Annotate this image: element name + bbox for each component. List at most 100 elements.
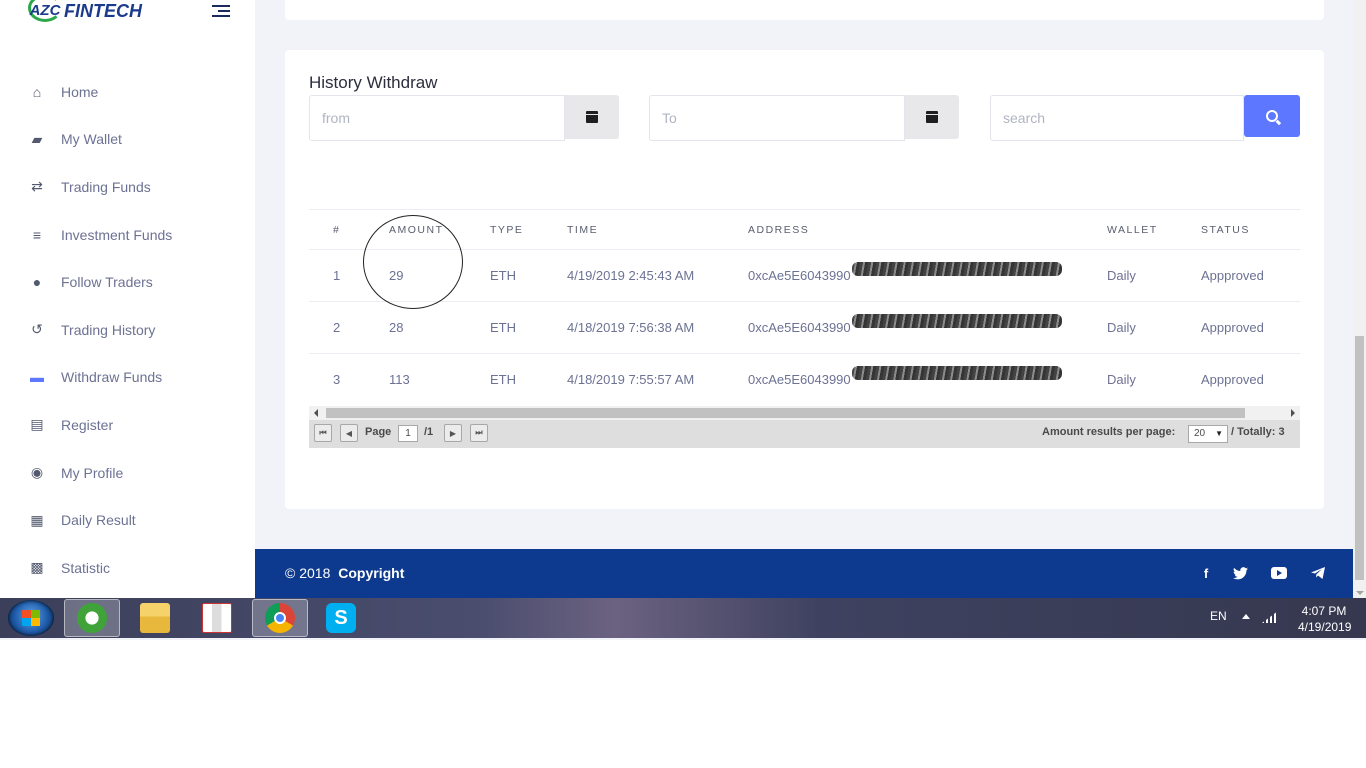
row-wallet: Daily	[1107, 301, 1201, 354]
sidebar-item-statistic[interactable]: ▩ Statistic	[0, 544, 255, 592]
sidebar-nav: ⌂ Home ▰ My Wallet ⇄ Trading Funds ≡ Investment…	[0, 68, 255, 592]
taskbar-file-explorer[interactable]	[127, 599, 183, 637]
row-type: ETH	[490, 249, 567, 302]
col-type[interactable]: TYPE	[490, 209, 567, 250]
row-type: ETH	[490, 353, 567, 406]
from-date-group	[309, 95, 619, 141]
table-row[interactable]: 2 28 ETH 4/18/2019 7:56:38 AM 0xcAe5E6043990…	[309, 301, 1300, 354]
hand-drawn-circle	[363, 215, 463, 309]
sidebar-item-trading-history[interactable]: ↺ Trading History	[0, 306, 255, 354]
address-value: 0xcAe5E6043990	[748, 262, 1062, 283]
row-status: Appproved	[1201, 353, 1300, 406]
clock-date: 4/19/2019	[1298, 620, 1352, 634]
first-page-button[interactable]: ⏮	[314, 424, 332, 442]
per-page-select[interactable]: 20	[1188, 425, 1228, 443]
sidebar-item-follow-traders[interactable]: ● Follow Traders	[0, 258, 255, 306]
scroll-left-icon[interactable]	[314, 409, 318, 417]
history-withdraw-card: History Withdraw # AMOUNT TYPE TIME	[285, 50, 1324, 509]
search-group	[990, 95, 1300, 141]
row-address: 0xcAe5E6043990	[748, 249, 1107, 302]
row-status: Appproved	[1201, 249, 1300, 302]
logo-mark: AZC	[28, 0, 62, 22]
sidebar-item-home[interactable]: ⌂ Home	[0, 68, 255, 116]
system-clock[interactable]: 4:07 PM 4/19/2019	[1298, 603, 1352, 635]
scroll-thumb[interactable]	[326, 408, 1245, 418]
last-page-button[interactable]: ⏭	[470, 424, 488, 442]
address-text: 0xcAe5E6043990	[748, 320, 851, 335]
sidebar-item-label: My Wallet	[61, 131, 122, 148]
taskbar-app-green[interactable]	[64, 599, 120, 637]
scroll-down-icon[interactable]	[1356, 591, 1364, 595]
address-text: 0xcAe5E6043990	[748, 372, 851, 388]
sidebar-item-trading-funds[interactable]: ⇄ Trading Funds	[0, 163, 255, 211]
withdraw-table-wrap: # AMOUNT TYPE TIME ADDRESS WALLET STATUS…	[309, 209, 1300, 406]
browser-viewport: AZC FINTECH ⌂ Home ▰ My Wallet ⇄ Trading Fund…	[0, 0, 1366, 640]
page-scroll-thumb[interactable]	[1355, 336, 1364, 580]
to-calendar-button[interactable]	[905, 95, 959, 139]
per-page-label: Amount results per page:	[1042, 426, 1176, 438]
sidebar-item-investment-funds[interactable]: ≡ Investment Funds	[0, 211, 255, 259]
scroll-right-icon[interactable]	[1291, 409, 1295, 417]
sidebar-item-label: Home	[61, 83, 99, 100]
page-total: /1	[424, 426, 434, 438]
app-icon	[77, 603, 107, 633]
row-number: 3	[309, 353, 389, 406]
keyboard-icon	[202, 603, 232, 633]
col-address[interactable]: ADDRESS	[748, 209, 1107, 250]
to-date-input[interactable]	[649, 95, 905, 141]
next-page-button[interactable]: ▶	[444, 424, 462, 442]
folder-icon	[140, 603, 170, 633]
show-hidden-icons-icon[interactable]	[1242, 614, 1250, 619]
sidebar-item-register[interactable]: ▤ Register	[0, 401, 255, 449]
sidebar-item-label: Daily Result	[61, 512, 136, 529]
sidebar-item-label: My Profile	[61, 464, 124, 481]
sidebar-item-label: Statistic	[61, 559, 111, 576]
row-number: 2	[309, 301, 389, 354]
col-time[interactable]: TIME	[567, 209, 748, 250]
page-vertical-scrollbar[interactable]	[1353, 0, 1366, 598]
row-amount: 113	[389, 353, 490, 406]
menu-toggle-icon[interactable]	[212, 5, 230, 19]
taskbar-unikey[interactable]	[189, 599, 245, 637]
telegram-icon[interactable]	[1310, 565, 1326, 581]
row-time: 4/18/2019 7:56:38 AM	[567, 301, 748, 354]
history-icon: ↺	[31, 321, 43, 338]
col-status[interactable]: STATUS	[1201, 209, 1300, 250]
from-calendar-button[interactable]	[565, 95, 619, 139]
brand-logo[interactable]: AZC FINTECH	[28, 0, 142, 28]
language-indicator[interactable]: EN	[1210, 609, 1227, 623]
twitter-icon[interactable]	[1232, 565, 1248, 581]
row-status: Appproved	[1201, 301, 1300, 354]
from-date-input[interactable]	[309, 95, 565, 141]
home-icon: ⌂	[32, 83, 42, 100]
taskbar-skype[interactable]: S	[313, 599, 369, 637]
table-row[interactable]: 3 113 ETH 4/18/2019 7:55:57 AM 0xcAe5E604399…	[309, 353, 1300, 406]
youtube-icon[interactable]	[1271, 565, 1287, 581]
user-circle-icon: ◉	[30, 464, 44, 481]
col-wallet[interactable]: WALLET	[1107, 209, 1201, 250]
address-text: 0xcAe5E6043990	[748, 268, 851, 283]
sidebar-item-my-profile[interactable]: ◉ My Profile	[0, 449, 255, 497]
copyright-label: Copyright	[338, 565, 405, 581]
page-number-input[interactable]: 1	[398, 425, 418, 442]
search-icon	[1266, 110, 1278, 122]
facebook-icon[interactable]: f	[1198, 565, 1214, 581]
database-icon: ≡	[32, 226, 42, 243]
sidebar-item-my-wallet[interactable]: ▰ My Wallet	[0, 116, 255, 164]
network-signal-icon[interactable]	[1262, 611, 1278, 623]
statistic-icon: ▩	[30, 559, 44, 576]
search-input[interactable]	[990, 95, 1244, 141]
sidebar-item-withdraw-funds[interactable]: ▬ Withdraw Funds	[0, 354, 255, 402]
search-button[interactable]	[1244, 95, 1300, 137]
row-type: ETH	[490, 301, 567, 354]
logo-text: FINTECH	[64, 0, 142, 21]
briefcase-icon: ▬	[30, 369, 44, 386]
sidebar-item-label: Trading History	[61, 321, 156, 338]
prev-page-button[interactable]: ◀	[340, 424, 358, 442]
start-button[interactable]	[8, 600, 54, 636]
sidebar-item-label: Investment Funds	[61, 226, 173, 243]
to-date-group	[649, 95, 959, 141]
sidebar-item-daily-result[interactable]: ▦ Daily Result	[0, 496, 255, 544]
table-horizontal-scrollbar[interactable]	[309, 406, 1300, 420]
taskbar-chrome[interactable]	[252, 599, 308, 637]
